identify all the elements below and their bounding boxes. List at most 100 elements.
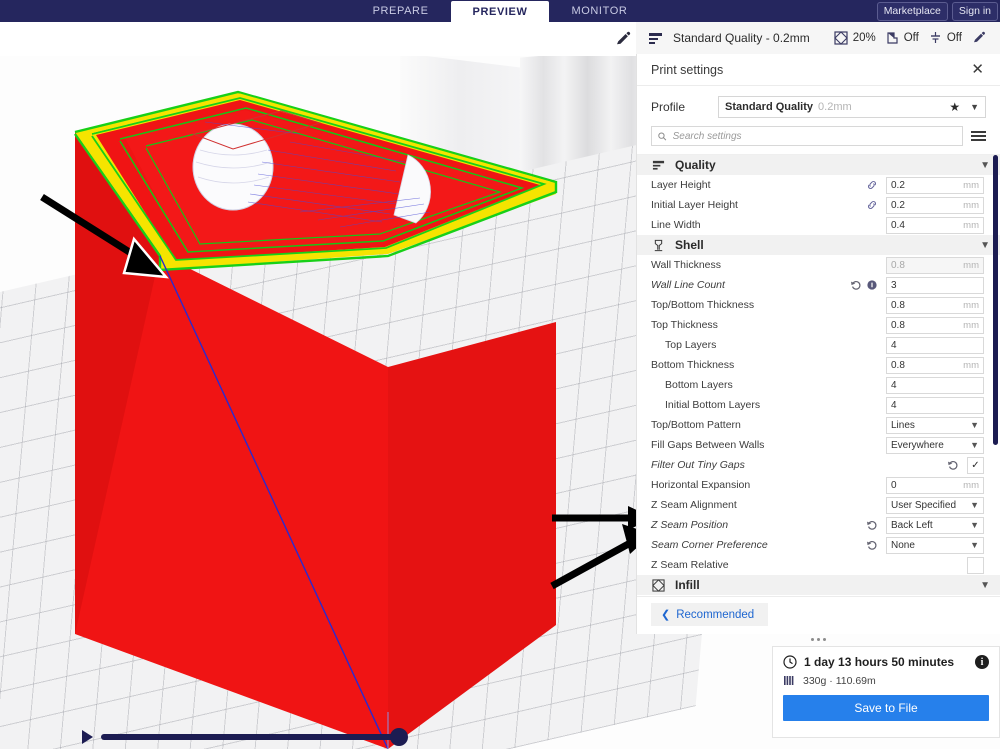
profile-dropdown[interactable]: Standard Quality 0.2mm ★ ▼ xyxy=(718,96,986,118)
chevron-down-icon[interactable]: ▼ xyxy=(980,160,990,171)
spool-icon xyxy=(784,676,794,685)
marketplace-button[interactable]: Marketplace xyxy=(876,1,948,21)
top-navigation-bar: PREPARE PREVIEW MONITOR Marketplace Sign… xyxy=(0,0,1000,24)
stage-tab-preview[interactable]: PREVIEW xyxy=(450,0,550,24)
settings-category-infill[interactable]: Infill ▼ xyxy=(637,575,1000,595)
close-icon[interactable]: ✕ xyxy=(969,60,986,79)
quality-icon xyxy=(651,158,665,172)
sign-in-button[interactable]: Sign in xyxy=(951,1,998,21)
setting-select[interactable]: Everywhere ▼ xyxy=(886,436,984,454)
setting-value: 3 xyxy=(891,279,897,291)
setting-row: Top/Bottom Thickness 0.8 mm xyxy=(637,295,1000,315)
setting-value: 0.8 xyxy=(891,359,905,371)
simulation-playback-slider[interactable] xyxy=(82,726,422,748)
stage-tab-prepare[interactable]: PREPARE xyxy=(351,1,451,22)
setting-row: Line Width 0.4 mm xyxy=(637,215,1000,235)
setting-label: Fill Gaps Between Walls xyxy=(651,439,765,451)
star-icon[interactable]: ★ xyxy=(949,100,960,114)
setting-value: User Specified xyxy=(891,499,957,511)
stage-tab-monitor[interactable]: MONITOR xyxy=(549,1,649,22)
setting-input[interactable]: 0 mm xyxy=(886,476,984,494)
adhesion-value: Off xyxy=(946,32,962,44)
setting-checkbox[interactable]: ✓ xyxy=(967,456,984,474)
chevron-down-icon[interactable]: ▼ xyxy=(980,580,990,591)
setting-input[interactable]: 0.8 mm xyxy=(886,296,984,314)
setting-input[interactable]: 0.2 mm xyxy=(886,176,984,194)
setting-row: Initial Bottom Layers 4 xyxy=(637,395,1000,415)
chevron-down-icon[interactable]: ▼ xyxy=(970,500,979,510)
support-icon xyxy=(887,32,898,44)
cura-application-window: PREPARE PREVIEW MONITOR Marketplace Sign… xyxy=(0,0,1000,749)
setting-select[interactable]: None ▼ xyxy=(886,536,984,554)
search-input[interactable] xyxy=(670,129,956,143)
info-icon[interactable]: i xyxy=(975,655,989,669)
print-setup-selector-bar[interactable]: Standard Quality - 0.2mm 20% Off Off xyxy=(636,22,1000,54)
support-value: Off xyxy=(903,32,919,44)
setting-input[interactable]: 0.2 mm xyxy=(886,196,984,214)
settings-scrollbar-track[interactable] xyxy=(992,155,998,596)
print-setup-support[interactable]: Off xyxy=(886,31,919,45)
link-icon[interactable] xyxy=(866,179,878,191)
settings-scrollbar-thumb[interactable] xyxy=(993,155,998,445)
play-icon[interactable] xyxy=(82,730,93,744)
settings-category-shell[interactable]: Shell ▼ xyxy=(637,235,1000,255)
setting-input[interactable]: 0.8 mm xyxy=(886,356,984,374)
clock-icon xyxy=(783,655,797,669)
revert-icon[interactable] xyxy=(866,539,878,551)
playback-track[interactable] xyxy=(101,734,401,740)
infill-icon xyxy=(651,578,665,592)
setting-row: Fill Gaps Between Walls Everywhere ▼ xyxy=(637,435,1000,455)
chevron-down-icon[interactable]: ▼ xyxy=(970,540,979,550)
setting-select[interactable]: Lines ▼ xyxy=(886,416,984,434)
save-to-file-button[interactable]: Save to File xyxy=(783,695,989,721)
pencil-icon[interactable] xyxy=(614,30,632,48)
search-settings-box[interactable] xyxy=(651,126,963,146)
chevron-down-icon[interactable]: ▼ xyxy=(970,420,979,430)
setting-input[interactable]: 0.8 mm xyxy=(886,316,984,334)
value-changed-icon[interactable] xyxy=(866,279,878,291)
setting-label: Z Seam Position xyxy=(651,519,729,531)
setting-row: Layer Height 0.2 mm xyxy=(637,175,1000,195)
setting-label: Filter Out Tiny Gaps xyxy=(651,459,745,471)
sliced-model[interactable] xyxy=(0,22,640,749)
profile-value-sub: 0.2mm xyxy=(818,101,852,113)
chevron-down-icon[interactable]: ▼ xyxy=(970,520,979,530)
settings-category-quality[interactable]: Quality ▼ xyxy=(637,155,1000,175)
hamburger-icon[interactable] xyxy=(971,128,986,143)
setting-value: 0 xyxy=(891,479,897,491)
settings-list[interactable]: Quality ▼ Layer Height 0.2 mm Initial Layer H… xyxy=(637,154,1000,596)
setting-input[interactable]: 4 xyxy=(886,376,984,394)
chevron-down-icon[interactable]: ▼ xyxy=(970,102,979,112)
recommended-mode-button[interactable]: ❮ Recommended xyxy=(651,603,769,626)
setting-select[interactable]: User Specified ▼ xyxy=(886,496,984,514)
print-setup-infill[interactable]: 20% xyxy=(833,31,876,45)
setting-value: 0.4 xyxy=(891,219,905,231)
setting-icons xyxy=(947,459,959,471)
setting-unit: mm xyxy=(963,319,979,331)
revert-icon[interactable] xyxy=(947,459,959,471)
chevron-down-icon[interactable]: ▼ xyxy=(980,240,990,251)
setting-unit: mm xyxy=(963,259,979,271)
pencil-icon[interactable] xyxy=(972,31,986,45)
setting-row: Top/Bottom Pattern Lines ▼ xyxy=(637,415,1000,435)
setting-icons xyxy=(850,279,878,291)
setting-input[interactable]: 0.8 mm xyxy=(886,256,984,274)
playback-handle[interactable] xyxy=(390,728,408,746)
setting-unit: mm xyxy=(963,479,979,491)
setting-select[interactable]: Back Left ▼ xyxy=(886,516,984,534)
link-icon[interactable] xyxy=(866,199,878,211)
revert-icon[interactable] xyxy=(850,279,862,291)
setting-label: Bottom Layers xyxy=(665,379,733,391)
setting-label: Initial Bottom Layers xyxy=(665,399,761,411)
setting-input[interactable]: 4 xyxy=(886,336,984,354)
print-setup-adhesion[interactable]: Off xyxy=(929,31,962,45)
setting-input[interactable]: 4 xyxy=(886,396,984,414)
profile-row: Profile Standard Quality 0.2mm ★ ▼ xyxy=(637,86,1000,122)
setting-checkbox[interactable] xyxy=(967,556,984,574)
print-settings-footer: ❮ Recommended xyxy=(637,596,1000,634)
revert-icon[interactable] xyxy=(866,519,878,531)
chevron-down-icon[interactable]: ▼ xyxy=(970,440,979,450)
panel-resize-grip[interactable] xyxy=(636,634,1000,644)
setting-input[interactable]: 3 xyxy=(886,276,984,294)
setting-input[interactable]: 0.4 mm xyxy=(886,216,984,234)
